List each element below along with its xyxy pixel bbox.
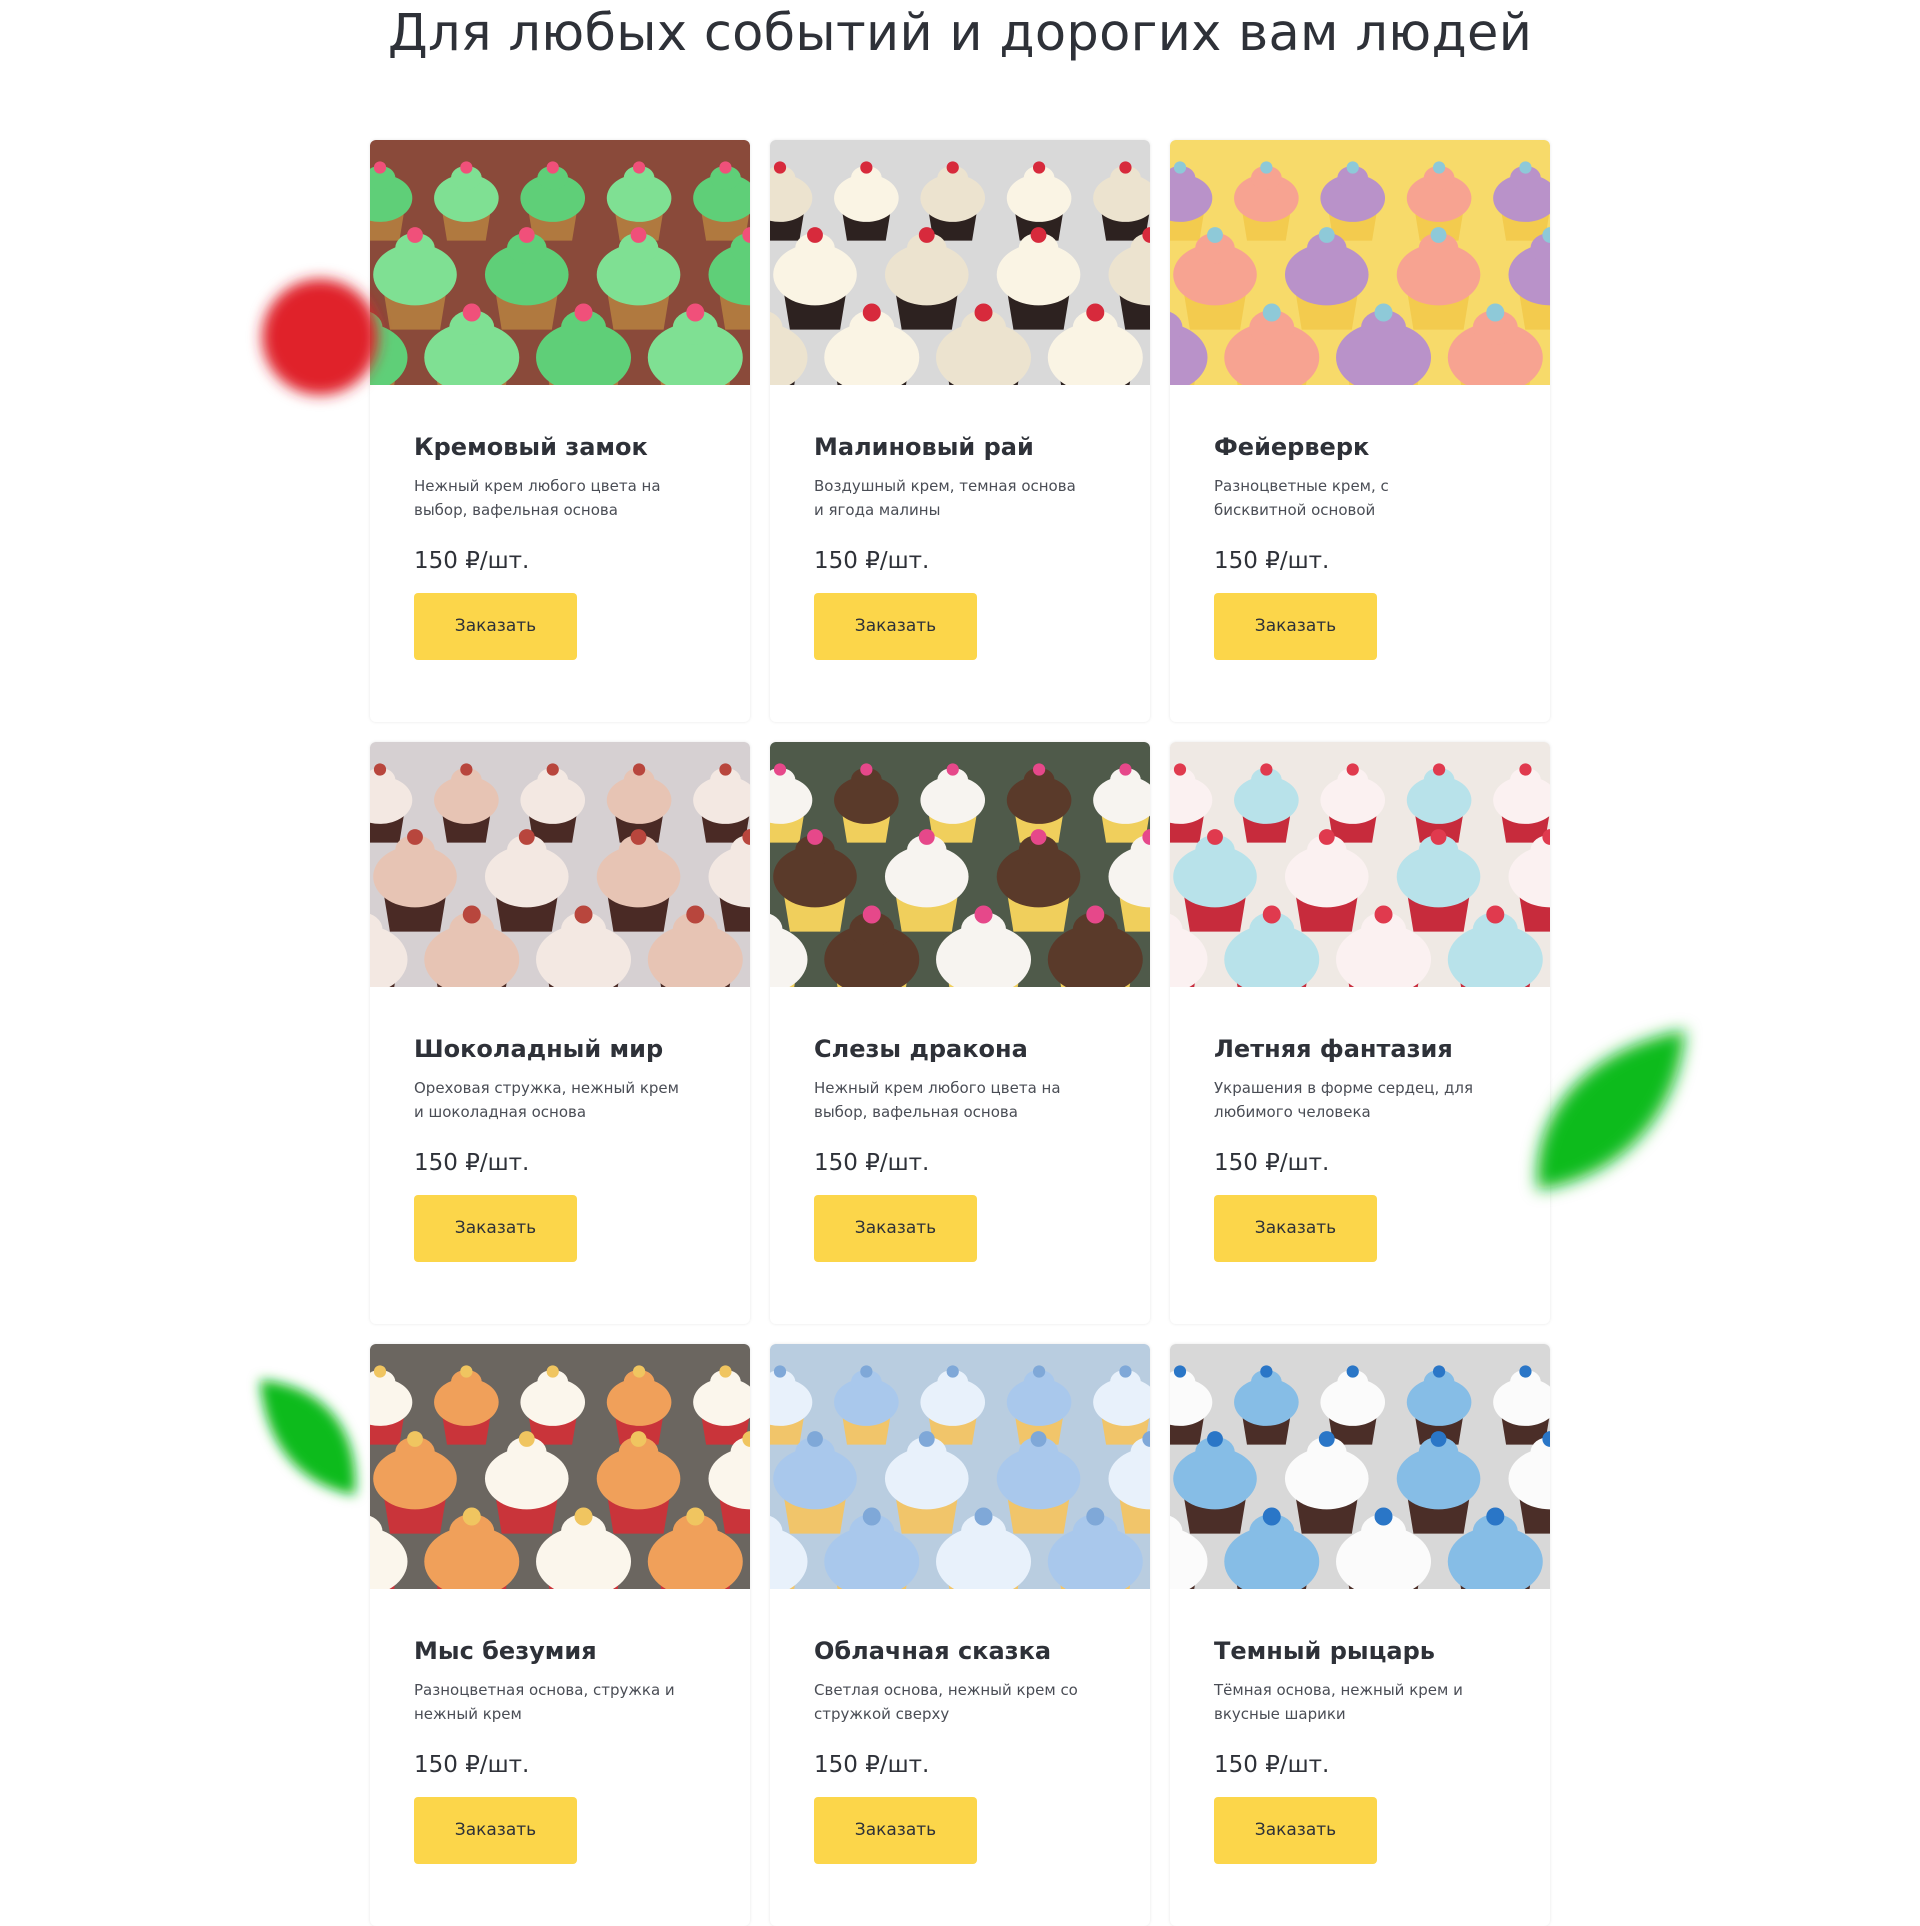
- product-price: 150 ₽/шт.: [1214, 1752, 1330, 1778]
- product-title: Шоколадный мир: [414, 1035, 664, 1063]
- cupcake-photo: [370, 140, 750, 385]
- product-card-body: Кремовый замок Нежный крем любого цвета н…: [370, 385, 750, 660]
- product-title: Летняя фантазия: [1214, 1035, 1453, 1063]
- cupcake-photo: [370, 1344, 750, 1589]
- product-description: Тёмная основа, нежный крем и вкусные шар…: [1214, 1681, 1463, 1723]
- product-price: 150 ₽/шт.: [1214, 1150, 1330, 1176]
- product-title: Кремовый замок: [414, 433, 648, 461]
- product-card-body: Шоколадный мир Ореховая стружка, нежный к…: [370, 987, 750, 1262]
- product-card-body: Мыс безумия Разноцветная основа, стружка …: [370, 1589, 750, 1864]
- order-button[interactable]: Заказать: [1214, 1195, 1377, 1262]
- product-card-body: Темный рыцарь Тёмная основа, нежный крем …: [1170, 1589, 1550, 1864]
- product-description: Разноцветные крем, с бисквитной основой: [1214, 477, 1389, 519]
- cupcake-photo: [770, 742, 1150, 987]
- cupcake-photo: [1170, 140, 1550, 385]
- cupcake-photo: [1170, 1344, 1550, 1589]
- product-title: Облачная сказка: [814, 1637, 1052, 1665]
- product-card: Слезы дракона Нежный крем любого цвета на…: [770, 742, 1150, 1324]
- product-card: Летняя фантазия Украшения в форме сердец,…: [1170, 742, 1550, 1324]
- order-button[interactable]: Заказать: [414, 593, 577, 660]
- product-price: 150 ₽/шт.: [814, 548, 930, 574]
- product-title: Малиновый рай: [814, 433, 1034, 461]
- order-button[interactable]: Заказать: [414, 1797, 577, 1864]
- product-price: 150 ₽/шт.: [814, 1150, 930, 1176]
- order-button[interactable]: Заказать: [814, 1797, 977, 1864]
- cupcake-photo: [1170, 742, 1550, 987]
- cupcake-photo: [770, 1344, 1150, 1589]
- product-card: Фейерверк Разноцветные крем, с бисквитной…: [1170, 140, 1550, 722]
- order-button[interactable]: Заказать: [814, 1195, 977, 1262]
- product-price: 150 ₽/шт.: [1214, 548, 1330, 574]
- product-card: Мыс безумия Разноцветная основа, стружка …: [370, 1344, 750, 1926]
- order-button[interactable]: Заказать: [1214, 593, 1377, 660]
- product-description: Светлая основа, нежный крем со стружкой …: [814, 1681, 1078, 1723]
- product-card: Кремовый замок Нежный крем любого цвета н…: [370, 140, 750, 722]
- product-title: Слезы дракона: [814, 1035, 1028, 1063]
- product-card: Облачная сказка Светлая основа, нежный кр…: [770, 1344, 1150, 1926]
- leaf-decoration-left: [260, 1380, 356, 1495]
- product-grid: Кремовый замок Нежный крем любого цвета н…: [370, 140, 1550, 1926]
- order-button[interactable]: Заказать: [414, 1195, 577, 1262]
- order-button[interactable]: Заказать: [814, 593, 977, 660]
- product-card-body: Слезы дракона Нежный крем любого цвета на…: [770, 987, 1150, 1262]
- product-price: 150 ₽/шт.: [414, 1150, 530, 1176]
- product-description: Ореховая стружка, нежный крем и шоколадн…: [414, 1079, 679, 1121]
- product-description: Разноцветная основа, стружка и нежный кр…: [414, 1681, 675, 1723]
- product-card-body: Малиновый рай Воздушный крем, темная осно…: [770, 385, 1150, 660]
- product-description: Нежный крем любого цвета на выбор, вафел…: [414, 477, 661, 519]
- product-card-body: Фейерверк Разноцветные крем, с бисквитной…: [1170, 385, 1550, 660]
- product-title: Фейерверк: [1214, 433, 1370, 461]
- cupcake-photo: [370, 742, 750, 987]
- product-title: Темный рыцарь: [1214, 1637, 1435, 1665]
- cupcake-photo: [770, 140, 1150, 385]
- product-card: Малиновый рай Воздушный крем, темная осно…: [770, 140, 1150, 722]
- order-button[interactable]: Заказать: [1214, 1797, 1377, 1864]
- product-description: Нежный крем любого цвета на выбор, вафел…: [814, 1079, 1061, 1121]
- product-card-body: Летняя фантазия Украшения в форме сердец,…: [1170, 987, 1550, 1262]
- product-card-body: Облачная сказка Светлая основа, нежный кр…: [770, 1589, 1150, 1864]
- product-title: Мыс безумия: [414, 1637, 597, 1665]
- product-card: Темный рыцарь Тёмная основа, нежный крем …: [1170, 1344, 1550, 1926]
- product-description: Украшения в форме сердец, для любимого ч…: [1214, 1079, 1473, 1121]
- products-section: Для любых событий и дорогих вам людей Кр…: [0, 0, 1920, 1926]
- product-price: 150 ₽/шт.: [814, 1752, 930, 1778]
- product-description: Воздушный крем, темная основа и ягода ма…: [814, 477, 1076, 519]
- product-card: Шоколадный мир Ореховая стружка, нежный к…: [370, 742, 750, 1324]
- product-price: 150 ₽/шт.: [414, 548, 530, 574]
- section-title: Для любых событий и дорогих вам людей: [387, 4, 1533, 63]
- product-price: 150 ₽/шт.: [414, 1752, 530, 1778]
